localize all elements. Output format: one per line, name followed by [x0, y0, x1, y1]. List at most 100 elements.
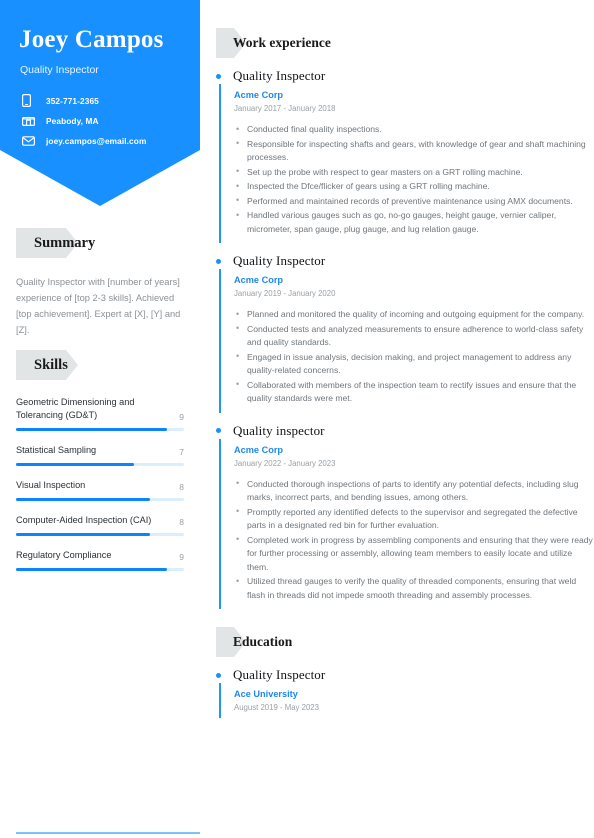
entry-dates: January 2017 - January 2018: [234, 104, 336, 113]
skill-item: Statistical Sampling 7: [16, 444, 184, 466]
main-column: Work experience Quality Inspector Acme Co…: [216, 0, 594, 838]
skill-item: Regulatory Compliance 9: [16, 549, 184, 571]
skill-bar-fill: [16, 568, 168, 571]
entry-title-row: Quality inspector: [216, 423, 594, 439]
entry-organization[interactable]: Acme Corp: [234, 90, 594, 100]
entry-body: Ace University August 2019 - May 2023: [219, 683, 594, 718]
sidebar: Joey Campos Quality Inspector 352-771-23…: [0, 0, 200, 838]
entry-title: Quality Inspector: [233, 667, 326, 682]
entry-dates: January 2019 - January 2020: [234, 289, 336, 298]
skill-bar-track: [16, 463, 184, 466]
resume-page: Joey Campos Quality Inspector 352-771-23…: [0, 0, 594, 838]
education-heading: Education: [216, 627, 594, 657]
summary-heading: Summary: [16, 228, 184, 258]
work-heading-label: Work experience: [233, 35, 331, 50]
skill-bar-track: [16, 568, 184, 571]
sidebar-bottom-rule: [16, 832, 200, 834]
contact-phone-text: 352-771-2365: [46, 95, 99, 106]
education-entry-list: Quality Inspector Ace University August 20…: [216, 667, 594, 718]
experience-entry: Quality Inspector Ace University August 20…: [216, 667, 594, 718]
header-banner: Joey Campos Quality Inspector 352-771-23…: [0, 0, 200, 206]
bullet-item: Collaborated with members of the inspect…: [234, 378, 594, 406]
skill-bar-track: [16, 533, 184, 536]
bullet-list: Conducted final quality inspections.Resp…: [234, 123, 594, 236]
bullet-item: Conducted thorough inspections of parts …: [234, 477, 594, 505]
bullet-item: Planned and monitored the quality of inc…: [234, 308, 594, 322]
bullet-item: Inspected the Dfce/flicker of gears usin…: [234, 180, 594, 194]
entry-organization[interactable]: Ace University: [234, 689, 594, 699]
contact-email[interactable]: joey.campos@email.com: [22, 132, 146, 149]
skill-bar-track: [16, 428, 184, 431]
skill-score: 8: [179, 482, 184, 492]
entry-title: Quality inspector: [233, 422, 325, 438]
summary-text: Quality Inspector with [number of years]…: [16, 277, 181, 335]
skill-name: Visual Inspection: [16, 480, 86, 490]
contact-phone[interactable]: 352-771-2365: [22, 92, 146, 109]
summary-section: Summary Quality Inspector with [number o…: [16, 228, 184, 338]
skill-name: Statistical Sampling: [16, 445, 97, 455]
skills-heading: Skills: [16, 350, 184, 380]
entry-title: Quality Inspector: [233, 68, 326, 83]
entry-dates: January 2022 - January 2023: [234, 458, 336, 468]
work-heading: Work experience: [216, 28, 594, 58]
experience-entry: Quality Inspector Acme Corp January 2017 -…: [216, 68, 594, 243]
bullet-item: Set up the probe with respect to gear ma…: [234, 165, 594, 180]
entry-title-row: Quality Inspector: [216, 667, 594, 683]
contact-location-text: Peabody, MA: [46, 115, 99, 126]
entry-body: Acme Corp January 2017 - January 2018 Cond…: [219, 84, 594, 243]
skill-item: Visual Inspection 8: [16, 479, 184, 501]
bullet-item: Promptly reported any identified defects…: [234, 505, 594, 533]
bullet-item: Completed work in progress by assembling…: [234, 533, 594, 575]
skills-heading-label: Skills: [34, 356, 68, 373]
skill-bar-fill: [16, 498, 151, 501]
entry-title: Quality Inspector: [233, 253, 326, 268]
bullet-item: Handled various gauges such as go, no-go…: [234, 209, 594, 236]
skill-name: Geometric Dimensioning and Tolerancing (…: [16, 397, 135, 420]
contact-email-text: joey.campos@email.com: [46, 135, 147, 146]
education-section: Education Quality Inspector Ace Universit…: [216, 627, 594, 718]
candidate-role: Quality Inspector: [20, 64, 99, 76]
bullet-dot-icon: [216, 428, 221, 433]
skill-name: Computer-Aided Inspection (CAI): [16, 515, 152, 525]
skill-bar-fill: [16, 463, 134, 466]
summary-heading-label: Summary: [34, 234, 96, 251]
skill-score: 7: [179, 447, 184, 457]
skill-score: 8: [179, 517, 184, 527]
entry-title-row: Quality Inspector: [216, 253, 594, 269]
skill-bar-fill: [16, 533, 151, 536]
bullet-dot-icon: [216, 258, 221, 264]
skill-score: 9: [179, 412, 184, 422]
skills-section: Skills Geometric Dimensioning and Tolera…: [16, 350, 184, 584]
bullet-dot-icon: [216, 672, 221, 678]
entry-dates: August 2019 - May 2023: [234, 703, 319, 712]
skill-bar-fill: [16, 428, 168, 431]
entry-body: Acme Corp January 2022 - January 2023 Cond…: [219, 438, 594, 609]
experience-entry: Quality inspector Acme Corp January 2022 -…: [216, 423, 594, 609]
entry-organization[interactable]: Acme Corp: [234, 445, 594, 455]
bullet-item: Utilized thread gauges to verify the qua…: [234, 575, 594, 602]
bullet-item: Engaged in issue analysis, decision maki…: [234, 350, 594, 378]
skill-score: 9: [179, 552, 184, 562]
bullet-item: Performed and maintained records of prev…: [234, 194, 594, 209]
location-icon: [22, 114, 38, 127]
candidate-name: Joey Campos: [19, 26, 164, 53]
skill-bar-track: [16, 498, 184, 501]
skill-item: Geometric Dimensioning and Tolerancing (…: [16, 396, 184, 431]
skill-name: Regulatory Compliance: [16, 550, 112, 560]
contact-location[interactable]: Peabody, MA: [22, 112, 146, 129]
phone-icon: [22, 94, 38, 107]
bullet-item: Responsible for inspecting shafts and ge…: [234, 137, 594, 165]
bullet-dot-icon: [216, 73, 221, 79]
contact-list: 352-771-2365 Peabody, MA joey.campos@ema…: [22, 92, 146, 152]
entry-organization[interactable]: Acme Corp: [234, 275, 594, 285]
work-section: Work experience Quality Inspector Acme Co…: [216, 28, 594, 609]
entry-body: Acme Corp January 2019 - January 2020 Plan…: [219, 269, 594, 413]
bullet-item: Conducted tests and analyzed measurement…: [234, 322, 594, 350]
skill-item: Computer-Aided Inspection (CAI) 8: [16, 514, 184, 536]
work-entry-list: Quality Inspector Acme Corp January 2017 -…: [216, 68, 594, 609]
experience-entry: Quality Inspector Acme Corp January 2019 -…: [216, 253, 594, 413]
entry-title-row: Quality Inspector: [216, 68, 594, 84]
email-icon: [22, 134, 38, 147]
bullet-item: Conducted final quality inspections.: [234, 123, 594, 137]
